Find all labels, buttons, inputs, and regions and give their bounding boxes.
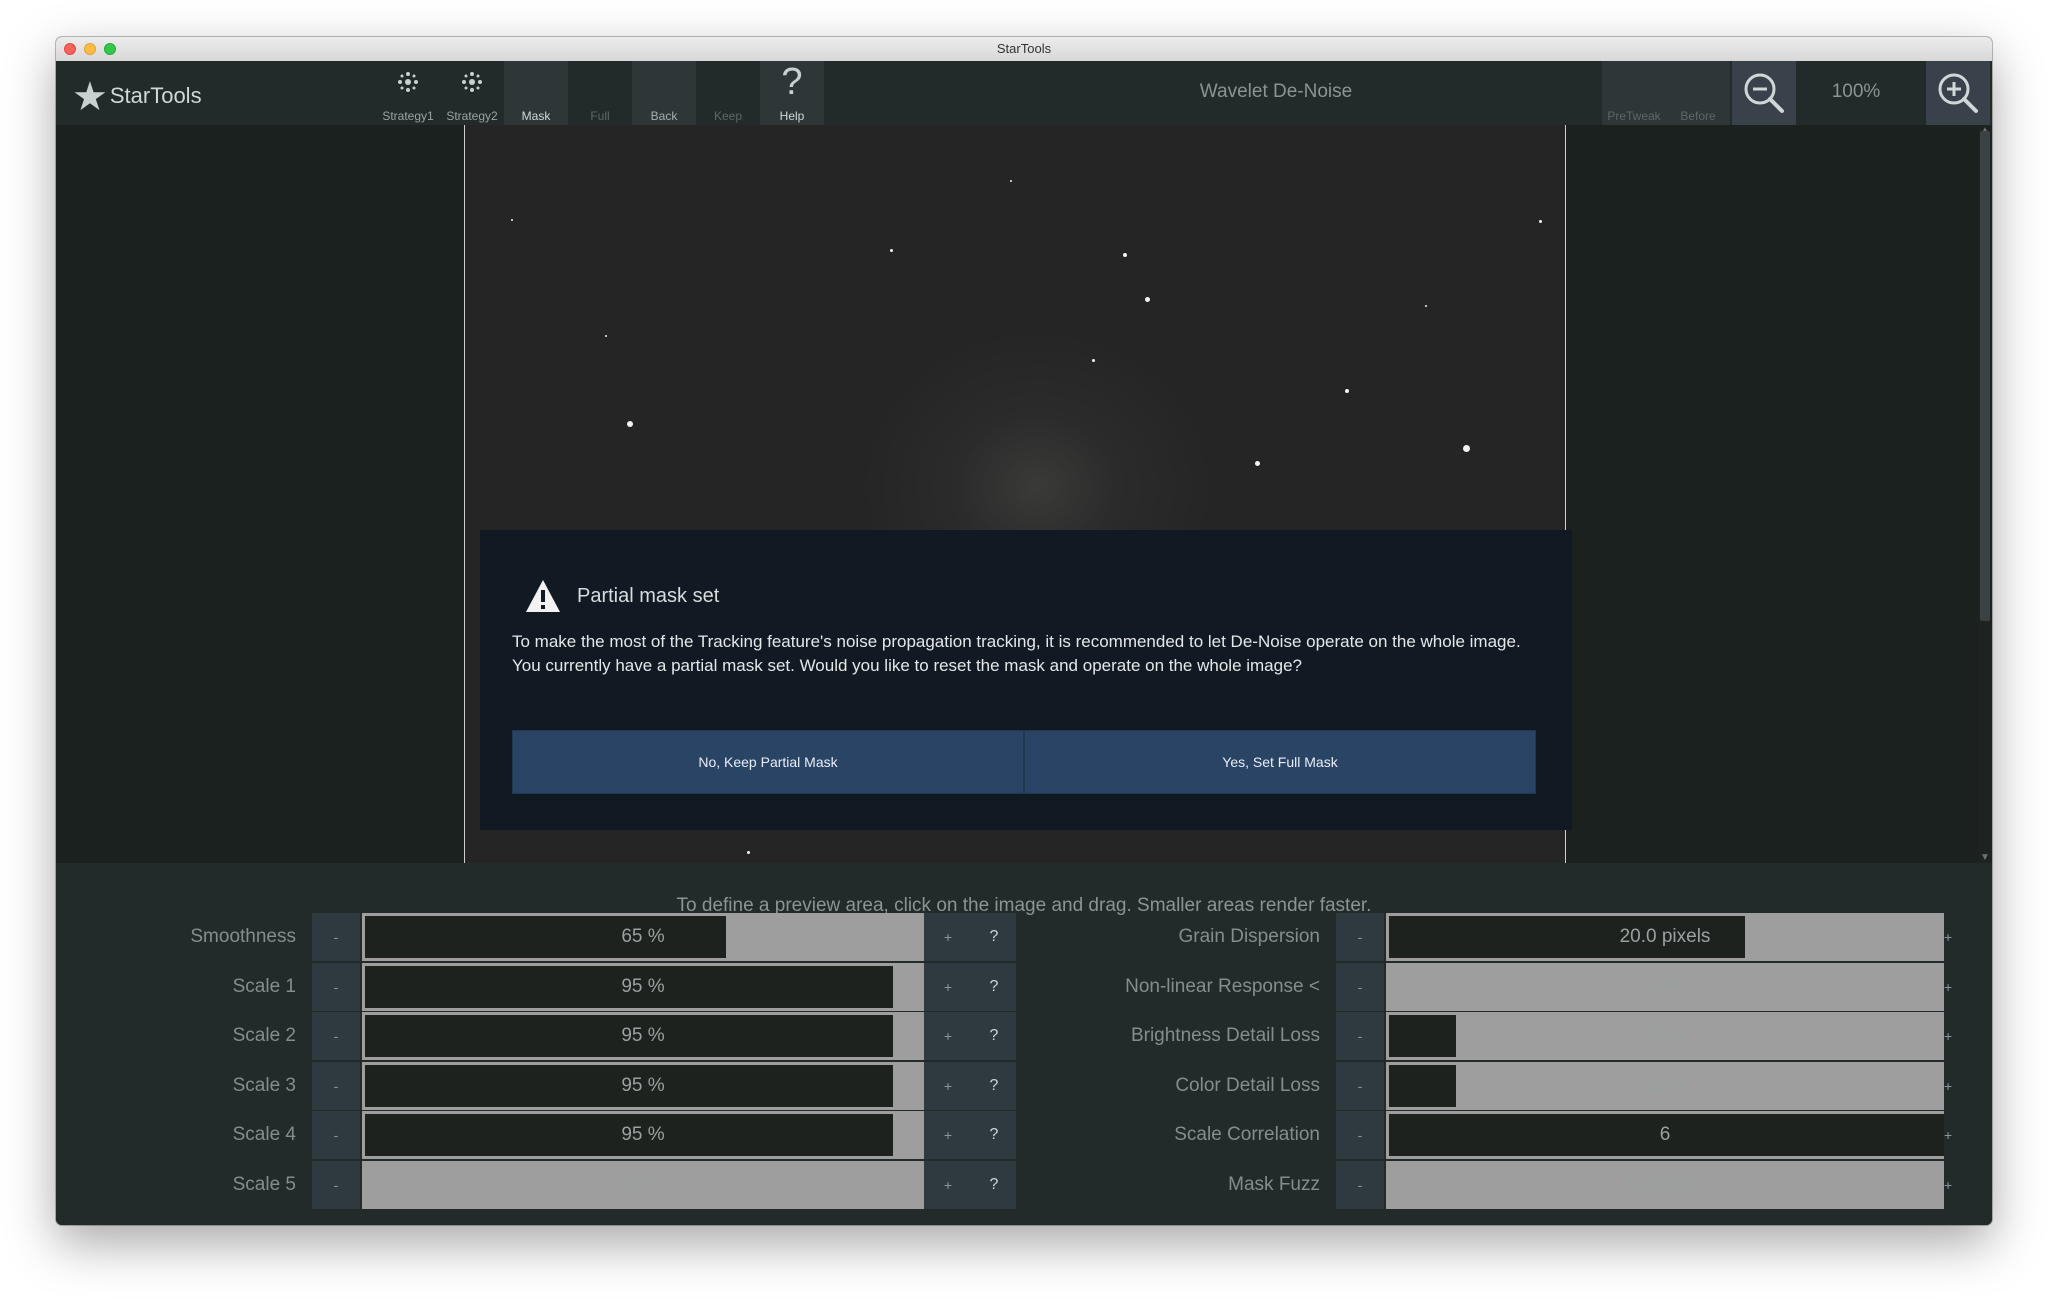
scroll-down-icon[interactable]: ▼ [1980, 852, 1990, 863]
decrement-button[interactable]: - [1336, 913, 1384, 961]
zoom-in-icon [1938, 73, 1978, 113]
full-label: Full [590, 109, 610, 123]
before-button[interactable]: Before [1666, 61, 1730, 125]
mask-button[interactable]: Mask [504, 61, 568, 125]
dots-icon [440, 67, 504, 104]
parameter-value: 12 % [1643, 1074, 1687, 1096]
parameter-row: Scale Correlation -6 + [56, 1111, 1992, 1159]
parameter-label: Mask Fuzz [1228, 1173, 1320, 1195]
star-logo-icon: ★ [72, 75, 108, 119]
star [511, 219, 513, 221]
dialog-message: To make the most of the Tracking feature… [512, 632, 1521, 675]
app-logo-text: StarTools [109, 83, 202, 108]
set-full-mask-button[interactable]: Yes, Set Full Mask [1024, 730, 1536, 794]
keep-partial-mask-button[interactable]: No, Keep Partial Mask [512, 730, 1024, 794]
star [1092, 359, 1095, 362]
full-button[interactable]: Full [568, 61, 632, 125]
keep-button[interactable]: Keep [696, 61, 760, 125]
parameter-row: Brightness Detail Loss -12 % + [56, 1012, 1992, 1060]
tool-title: Wavelet De-Noise [1199, 81, 1353, 102]
strategy1-button[interactable]: Strategy1 [376, 61, 440, 125]
app-window: StarTools ★ StarTools Strategy1 Strategy… [56, 37, 1992, 1225]
parameter-value: 12 % [1643, 1025, 1687, 1046]
decrement-button[interactable]: - [1336, 1061, 1384, 1110]
parameter-value: 1.0 pixels [1624, 1173, 1706, 1195]
back-label: Back [650, 109, 678, 123]
parameter-label: Grain Dispersion [1178, 926, 1321, 947]
decrement-button[interactable]: - [1336, 962, 1384, 1011]
parameter-row: Grain Dispersion -20.0 pixels + [56, 913, 1992, 961]
parameter-slider[interactable]: 20.0 pixels [1386, 913, 1944, 961]
before-label: Before [1680, 109, 1716, 123]
window-title: StarTools [996, 41, 1052, 56]
zoom-out-icon [1744, 73, 1784, 113]
parameter-row: Non-linear Response < - Off + [56, 962, 1992, 1011]
star [1010, 180, 1012, 182]
zoom-out-button[interactable] [1732, 61, 1796, 125]
warning-icon [526, 580, 560, 612]
scrollbar-thumb[interactable] [1980, 131, 1990, 621]
strategy2-button[interactable]: Strategy2 [440, 61, 504, 125]
parameter-value: 20.0 pixels [1619, 926, 1711, 947]
star [1463, 445, 1470, 452]
parameter-label: Brightness Detail Loss [1130, 1025, 1320, 1046]
decrement-button[interactable]: - [1336, 1012, 1384, 1060]
parameter-label: Color Detail Loss [1175, 1074, 1320, 1096]
star [605, 335, 607, 337]
parameter-slider[interactable]: 6 [1386, 1111, 1944, 1159]
star [1145, 297, 1150, 302]
star [1123, 253, 1127, 257]
parameter-slider[interactable]: Off [1386, 962, 1944, 1011]
image-viewport[interactable]: ▲ ▼ Partial mask set To make the most of… [56, 125, 1992, 863]
parameter-row: Mask Fuzz -1.0 pixels + [56, 1160, 1992, 1209]
toolbar: ★ StarTools Strategy1 Strategy2 Mask Ful… [56, 61, 1992, 125]
zoom-level: 100% [1831, 81, 1881, 102]
parameter-value: Off [1652, 975, 1678, 997]
star [627, 421, 633, 427]
star [1345, 389, 1349, 393]
star [890, 249, 893, 252]
dialog-title: Partial mask set [577, 585, 720, 607]
help-button[interactable]: ? Help [760, 61, 824, 125]
strategy1-label: Strategy1 [382, 109, 434, 123]
app-logo: ★ StarTools [72, 67, 202, 117]
question-mark-icon: ? [781, 61, 803, 103]
parameter-slider[interactable]: 12 % [1386, 1061, 1944, 1110]
vertical-scrollbar[interactable]: ▲ ▼ [1978, 125, 1992, 863]
back-button[interactable]: Back [632, 61, 696, 125]
help-label: Help [779, 109, 805, 123]
parameter-row: Color Detail Loss -12 % + [56, 1061, 1992, 1110]
star [1539, 220, 1542, 223]
dots-icon [376, 67, 440, 104]
title-bar: StarTools [56, 37, 1992, 62]
star [1255, 461, 1260, 466]
pretweak-label: PreTweak [1607, 109, 1661, 123]
parameter-label: Non-linear Response < [1125, 975, 1320, 997]
decrement-button[interactable]: - [1336, 1111, 1384, 1159]
keep-label: Keep [713, 109, 743, 123]
parameter-panel: To define a preview area, click on the i… [56, 863, 1992, 1225]
parameter-slider[interactable]: 1.0 pixels [1386, 1160, 1944, 1209]
strategy2-label: Strategy2 [446, 109, 498, 123]
star [747, 851, 750, 854]
parameter-label: Scale Correlation [1174, 1124, 1320, 1145]
parameter-slider[interactable]: 12 % [1386, 1012, 1944, 1060]
pretweak-button[interactable]: PreTweak [1602, 61, 1666, 125]
star [1425, 305, 1427, 307]
zoom-in-button[interactable] [1926, 61, 1990, 125]
parameter-value: 6 [1659, 1124, 1671, 1145]
decrement-button[interactable]: - [1336, 1160, 1384, 1209]
mask-label: Mask [521, 109, 551, 123]
partial-mask-dialog: Partial mask set To make the most of the… [480, 530, 1572, 830]
